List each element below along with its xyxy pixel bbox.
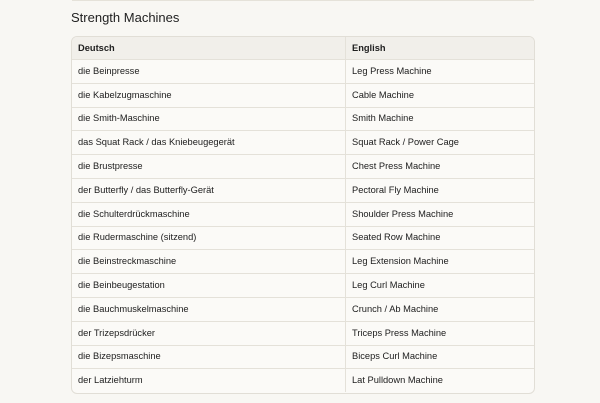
vocabulary-table: Deutsch English die Beinpresse Leg Press… <box>71 36 535 394</box>
cell-deutsch: das Squat Rack / das Kniebeugegerät <box>72 130 346 156</box>
cell-english: Leg Curl Machine <box>345 273 534 298</box>
cell-deutsch: die Beinstreckmaschine <box>72 249 346 275</box>
cell-english: Cable Machine <box>345 83 534 108</box>
cell-deutsch: die Schulterdrückmaschine <box>72 202 346 227</box>
table-row: der Trizepsdrücker Triceps Press Machine <box>72 321 534 346</box>
column-header-deutsch: Deutsch <box>72 37 346 60</box>
section-title: Strength Machines <box>71 10 180 25</box>
cell-deutsch: die Bauchmuskelmaschine <box>72 297 346 322</box>
cell-deutsch: die Smith-Maschine <box>72 107 346 132</box>
table-header: Deutsch English <box>72 37 534 60</box>
column-header-english: English <box>345 37 534 60</box>
cell-english: Lat Pulldown Machine <box>352 375 443 386</box>
cell-english: Chest Press Machine <box>345 154 534 179</box>
cell-english: Leg Press Machine <box>345 59 534 84</box>
cell-english: Squat Rack / Power Cage <box>345 130 534 156</box>
table-row: die Bizepsmaschine Biceps Curl Machine <box>72 345 534 370</box>
cell-deutsch: die Bizepsmaschine <box>72 345 346 370</box>
table-row: die Beinbeugestation Leg Curl Machine <box>72 273 534 298</box>
cell-deutsch: die Kabelzugmaschine <box>72 83 346 108</box>
cell-english: Crunch / Ab Machine <box>345 297 534 322</box>
table-row: der Latziehturm Lat Pulldown Machine <box>72 368 534 393</box>
cell-english: Biceps Curl Machine <box>345 345 534 370</box>
cell-deutsch: die Rudermaschine (sitzend) <box>72 226 346 251</box>
cell-english: Seated Row Machine <box>345 226 534 251</box>
top-divider <box>72 0 534 1</box>
table-body: die Beinpresse Leg Press Machine die Kab… <box>72 59 534 393</box>
table-row: die Smith-Maschine Smith Machine <box>72 107 534 132</box>
table-row: die Schulterdrückmaschine Shoulder Press… <box>72 202 534 227</box>
cell-deutsch: der Latziehturm <box>72 368 346 393</box>
machines-table: Deutsch English die Beinpresse Leg Press… <box>72 37 534 393</box>
cell-english: Shoulder Press Machine <box>345 202 534 227</box>
table-row: das Squat Rack / das Kniebeugegerät Squa… <box>72 130 534 156</box>
cell-deutsch: die Beinpresse <box>72 59 346 84</box>
table-row: die Beinstreckmaschine Leg Extension Mac… <box>72 249 534 275</box>
table-row: die Rudermaschine (sitzend) Seated Row M… <box>72 226 534 251</box>
cell-english: Smith Machine <box>345 107 534 132</box>
table-row: die Brustpresse Chest Press Machine <box>72 154 534 179</box>
cell-english: Leg Extension Machine <box>345 249 534 275</box>
table-row: die Bauchmuskelmaschine Crunch / Ab Mach… <box>72 297 534 322</box>
table-row: die Kabelzugmaschine Cable Machine <box>72 83 534 108</box>
cell-deutsch: die Beinbeugestation <box>72 273 346 298</box>
header-row: Deutsch English <box>72 37 534 60</box>
cell-deutsch: die Brustpresse <box>72 154 346 179</box>
cell-deutsch: der Butterfly / das Butterfly-Gerät <box>72 178 346 203</box>
cell-english: Triceps Press Machine <box>345 321 534 346</box>
cell-deutsch: der Trizepsdrücker <box>72 321 346 346</box>
table-row: der Butterfly / das Butterfly-Gerät Pect… <box>72 178 534 203</box>
cell-english: Pectoral Fly Machine <box>345 178 534 203</box>
table-row: die Beinpresse Leg Press Machine <box>72 59 534 84</box>
